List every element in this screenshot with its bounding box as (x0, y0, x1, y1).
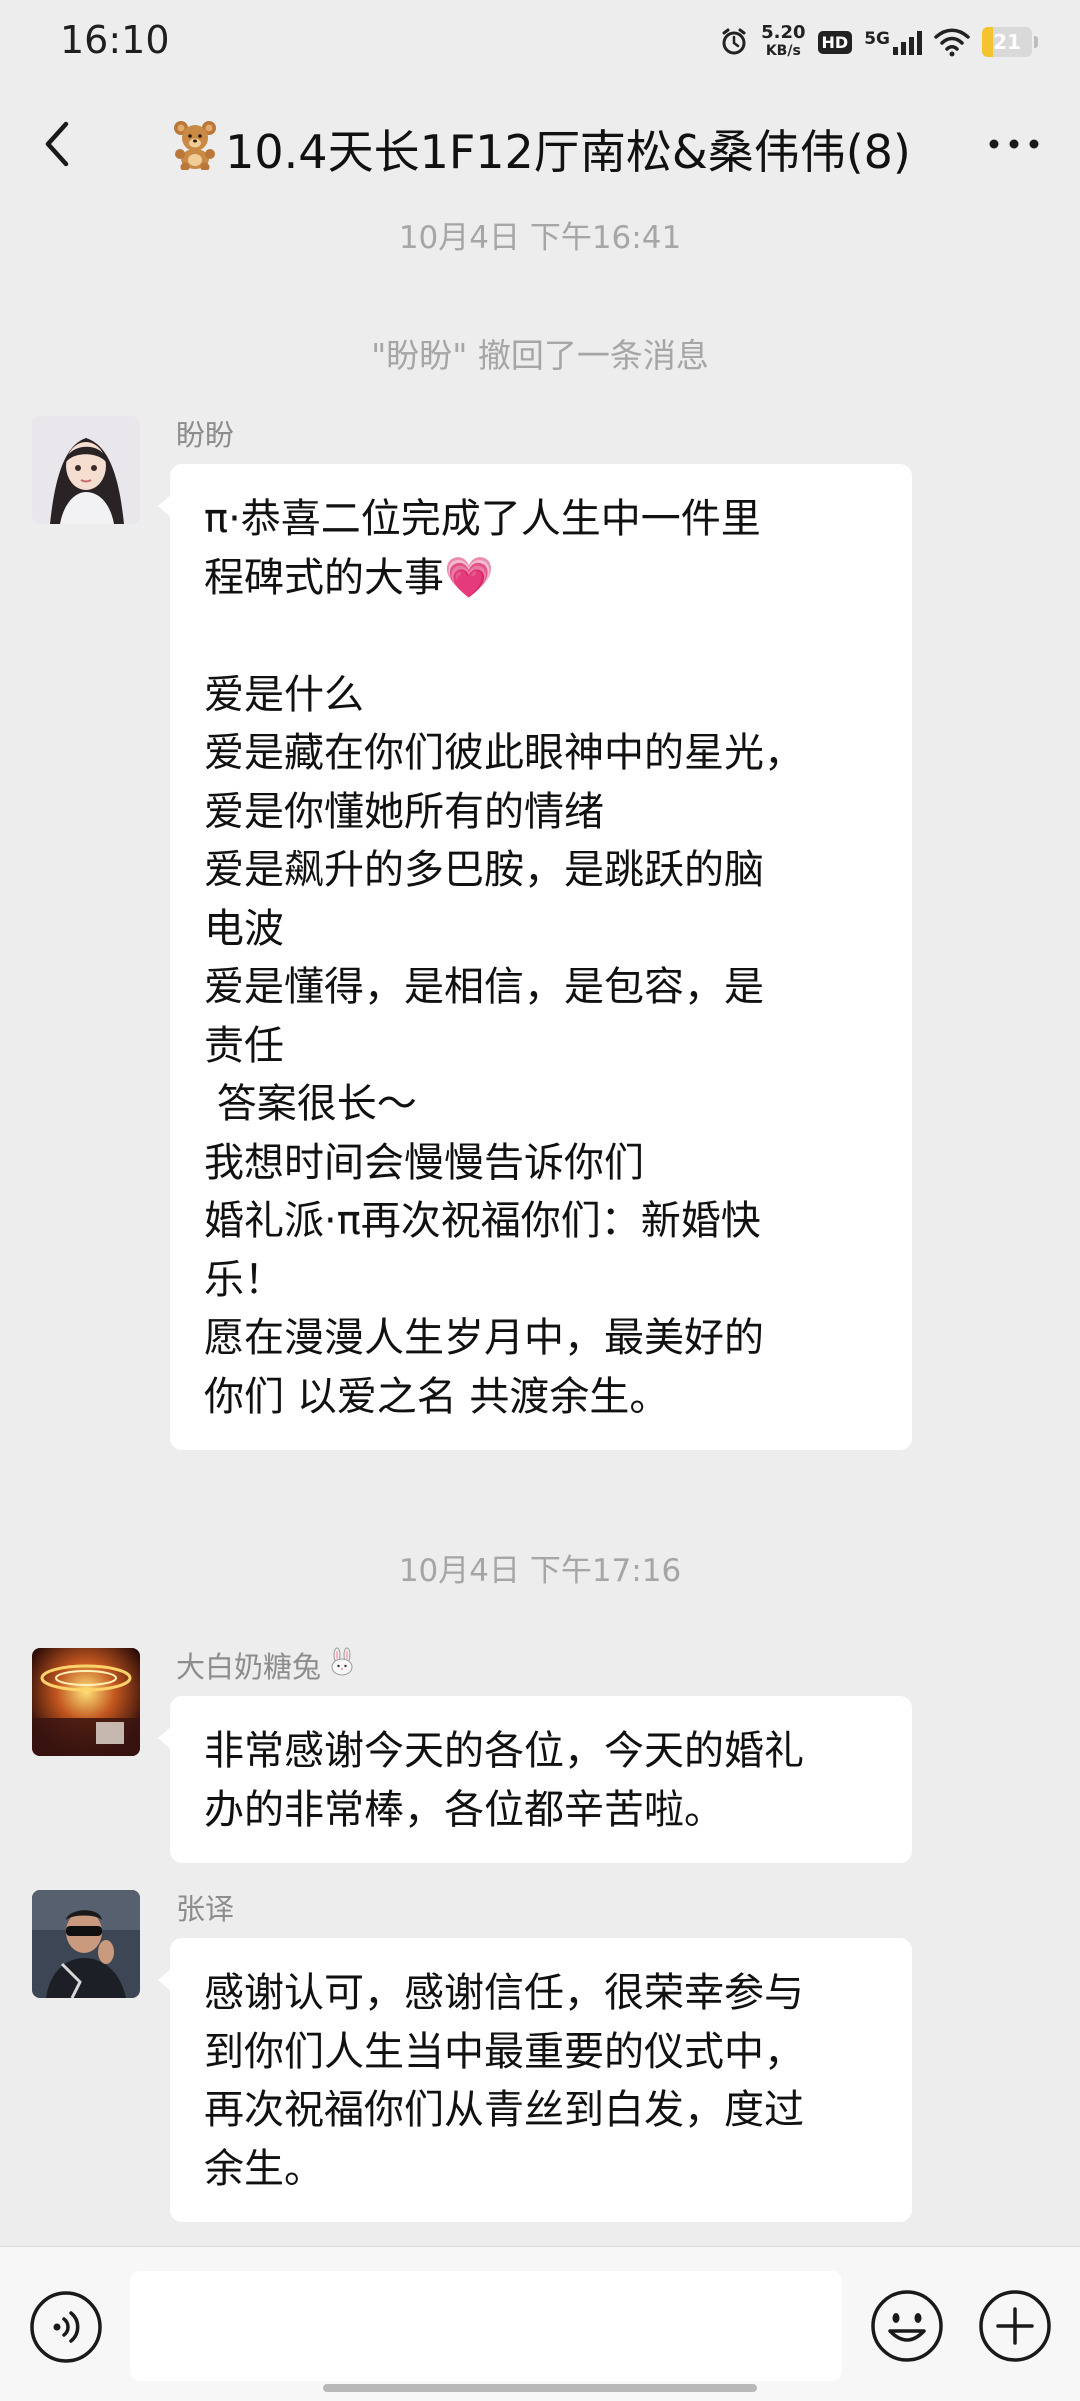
message-line: 感谢认可，感谢信任，很荣幸参与 (204, 1970, 804, 2016)
message-input[interactable] (130, 2271, 842, 2381)
chat-title-text: 10.4天长1F12厅南松&桑伟伟(8) (225, 125, 911, 179)
chevron-left-icon (38, 118, 78, 174)
avatar-zhangyi[interactable] (32, 1890, 140, 1998)
message-line: 电波 (204, 905, 284, 952)
message-line: 你们 以爱之名 共渡余生。 (204, 1373, 670, 1420)
message-line: 乐！ (204, 1256, 284, 1303)
sender-name: 盼盼 (176, 412, 234, 454)
home-indicator[interactable] (323, 2384, 757, 2392)
bubble-tail (158, 1726, 172, 1750)
teddy-bear-icon (169, 118, 221, 181)
sender-name-text: 盼盼 (176, 418, 235, 452)
sender-name-text: 大白奶糖兔 (176, 1650, 322, 1684)
network-speed-unit: KB/s (765, 43, 801, 59)
input-bar (0, 2246, 1080, 2401)
rabbit-icon (327, 1647, 357, 1684)
back-button[interactable] (26, 114, 90, 178)
bubble-tail (158, 1968, 172, 1992)
message-bubble[interactable]: 非常感谢今天的各位，今天的婚礼 办的非常棒，各位都辛苦啦。 (158, 1696, 912, 1863)
network-speed-value: 5.20 (761, 22, 806, 43)
emoji-icon (868, 2290, 946, 2369)
status-bar: 16:10 5.20 KB/s HD 5G 21 (0, 0, 1080, 84)
message-line: 答案很长～ (204, 1081, 417, 1127)
message-line: 办的非常棒，各位都辛苦啦。 (204, 1786, 724, 1833)
message-line: 爱是懂得，是相信，是包容，是 (204, 964, 764, 1010)
message-line: 到你们人生当中最重要的仪式中， (204, 2028, 804, 2075)
hd-icon: HD (817, 30, 853, 54)
message-line: 爱是藏在你们彼此眼神中的星光， (204, 730, 804, 776)
message-line: 爱是什么 (204, 671, 364, 718)
message-line: 爱是飙升的多巴胺，是跳跃的脑 (204, 847, 764, 893)
battery-icon: 21 (982, 27, 1038, 57)
more-button[interactable] (974, 114, 1054, 178)
message-line: 非常感谢今天的各位，今天的婚礼 (204, 1728, 804, 1774)
status-icons: 5.20 KB/s HD 5G 21 (719, 18, 1038, 66)
sender-name: 大白奶糖兔 (176, 1644, 357, 1686)
message-bubble[interactable]: π·恭喜二位完成了人生中一件里 程碑式的大事💗 爱是什么 爱是藏在你们彼此眼神中… (158, 464, 912, 1450)
timestamp: 10月4日 下午17:16 (398, 1553, 682, 1589)
message-line: 程碑式的大事💗 (204, 554, 494, 601)
voice-icon (28, 2291, 104, 2369)
message-line: π·恭喜二位完成了人生中一件里 (204, 496, 761, 542)
chat-title: 10.4天长1F12厅南松&桑伟伟(8) (120, 114, 960, 184)
chat-header: 10.4天长1F12厅南松&桑伟伟(8) (0, 84, 1080, 214)
sender-name: 张译 (176, 1886, 234, 1928)
plus-icon (976, 2290, 1054, 2369)
message-line: 再次祝福你们从青丝到白发，度过 (204, 2087, 804, 2133)
signal-5g-icon: 5G (864, 29, 922, 55)
wifi-icon (934, 27, 970, 57)
battery-level: 21 (993, 30, 1021, 54)
avatar-dabainaitangtu[interactable] (32, 1648, 140, 1756)
avatar-panpan[interactable] (32, 416, 140, 524)
message-line: 婚礼派·π再次祝福你们：新婚快 (204, 1198, 761, 1244)
message-line: 爱是你懂她所有的情绪 (204, 788, 604, 835)
message-line (204, 607, 878, 666)
voice-button[interactable] (28, 2289, 104, 2365)
message-line: 责任 (204, 1022, 284, 1069)
message-line: 我想时间会慢慢告诉你们 (204, 1139, 644, 1186)
status-time: 16:10 (60, 18, 170, 62)
more-dots-icon (986, 136, 1042, 156)
timestamp: 10月4日 下午16:41 (398, 220, 682, 256)
message-bubble[interactable]: 感谢认可，感谢信任，很荣幸参与 到你们人生当中最重要的仪式中， 再次祝福你们从青… (158, 1938, 912, 2222)
plus-button[interactable] (976, 2287, 1054, 2365)
network-type-label: 5G (864, 29, 890, 49)
message-line: 余生。 (204, 2145, 324, 2192)
emoji-button[interactable] (868, 2287, 946, 2365)
network-speed: 5.20 KB/s (761, 24, 805, 60)
bubble-tail (158, 494, 172, 518)
alarm-icon (719, 27, 749, 57)
message-list[interactable]: 10月4日 下午16:41 "盼盼" 撤回了一条消息 盼盼 π·恭喜二位完成了人… (0, 0, 1080, 2246)
sender-name-text: 张译 (176, 1892, 235, 1926)
recall-notice: "盼盼" 撤回了一条消息 (371, 336, 709, 375)
message-line: 愿在漫漫人生岁月中，最美好的 (204, 1315, 764, 1361)
